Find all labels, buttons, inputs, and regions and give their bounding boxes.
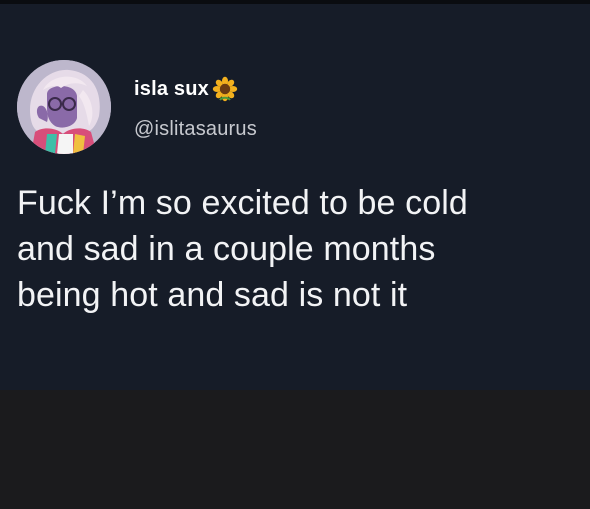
- tweet-text: Fuck I’m so excited to be cold and sad i…: [17, 180, 583, 318]
- screenshot: isla sux @islitasaurus Fuck I’m so excit…: [0, 0, 590, 509]
- sunflower-icon: [212, 76, 238, 102]
- tweet-text-line: Fuck I’m so excited to be cold: [17, 184, 468, 222]
- tweet-text-line: and sad in a couple months: [17, 230, 436, 268]
- avatar[interactable]: [17, 60, 111, 154]
- display-name[interactable]: isla sux: [134, 78, 209, 101]
- author-name-row: isla sux: [134, 74, 238, 104]
- empty-bottom-area: [0, 390, 590, 509]
- tweet-card: isla sux @islitasaurus Fuck I’m so excit…: [0, 4, 590, 390]
- avatar-illustration: [17, 60, 111, 154]
- user-handle[interactable]: @islitasaurus: [134, 118, 257, 141]
- tweet-text-line: being hot and sad is not it: [17, 276, 408, 314]
